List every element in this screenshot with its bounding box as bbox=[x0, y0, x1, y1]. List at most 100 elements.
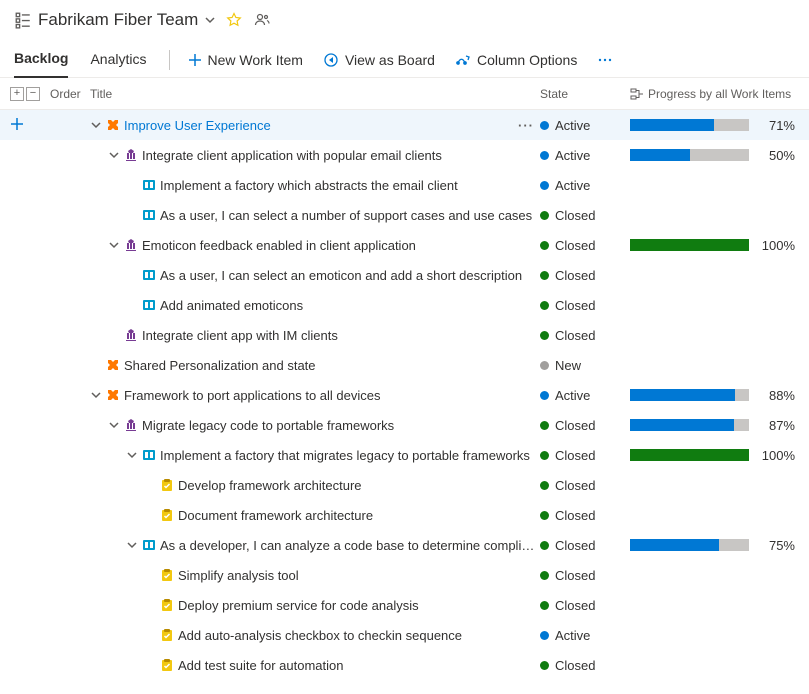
progress-bar bbox=[630, 539, 749, 551]
expand-caret[interactable] bbox=[108, 150, 120, 160]
epic-icon bbox=[106, 388, 120, 402]
expand-caret[interactable] bbox=[108, 240, 120, 250]
work-item-row[interactable]: As a user, I can select a number of supp… bbox=[0, 200, 809, 230]
feature-icon bbox=[124, 328, 138, 342]
feature-icon bbox=[124, 148, 138, 162]
work-item-row[interactable]: Integrate client app with IM clientsClos… bbox=[0, 320, 809, 350]
team-members-icon[interactable] bbox=[254, 12, 270, 28]
state-dot-icon bbox=[540, 661, 549, 670]
state-dot-icon bbox=[540, 481, 549, 490]
expand-caret[interactable] bbox=[90, 390, 102, 400]
state-cell: Closed bbox=[540, 538, 630, 553]
work-item-row[interactable]: Improve User Experience ··· Active 71% bbox=[0, 110, 809, 140]
collapse-all-button[interactable]: − bbox=[26, 87, 40, 101]
state-label: Active bbox=[555, 118, 590, 133]
state-label: New bbox=[555, 358, 581, 373]
state-cell: Closed bbox=[540, 238, 630, 253]
work-item-row[interactable]: Add auto-analysis checkbox to checkin se… bbox=[0, 620, 809, 650]
state-label: Closed bbox=[555, 598, 595, 613]
state-dot-icon bbox=[540, 151, 549, 160]
state-cell: Active bbox=[540, 178, 630, 193]
work-item-row[interactable]: As a user, I can select an emoticon and … bbox=[0, 260, 809, 290]
work-item-row[interactable]: Simplify analysis toolClosed bbox=[0, 560, 809, 590]
tab-backlog[interactable]: Backlog bbox=[14, 42, 68, 78]
work-item-title: Implement a factory that migrates legacy… bbox=[160, 448, 530, 463]
expand-caret[interactable] bbox=[126, 540, 138, 550]
state-cell: Active bbox=[540, 148, 630, 163]
state-label: Closed bbox=[555, 508, 595, 523]
state-label: Closed bbox=[555, 658, 595, 673]
column-progress[interactable]: Progress by all Work Items bbox=[630, 87, 795, 101]
add-child-icon[interactable] bbox=[10, 117, 24, 134]
page-header: Fabrikam Fiber Team bbox=[0, 0, 809, 34]
state-cell: Closed bbox=[540, 478, 630, 493]
work-item-row[interactable]: Document framework architecture Closed bbox=[0, 500, 809, 530]
progress-bar bbox=[630, 239, 749, 251]
progress-cell: 87% bbox=[630, 418, 795, 433]
state-dot-icon bbox=[540, 301, 549, 310]
state-dot-icon bbox=[540, 211, 549, 220]
progress-percent: 100% bbox=[757, 448, 795, 463]
expand-caret[interactable] bbox=[90, 120, 102, 130]
epic-icon bbox=[106, 118, 120, 132]
view-as-board-button[interactable]: View as Board bbox=[313, 46, 445, 74]
column-order[interactable]: Order bbox=[50, 87, 90, 101]
team-name[interactable]: Fabrikam Fiber Team bbox=[38, 10, 198, 30]
column-state[interactable]: State bbox=[540, 87, 630, 101]
state-dot-icon bbox=[540, 181, 549, 190]
progress-percent: 71% bbox=[757, 118, 795, 133]
progress-percent: 50% bbox=[757, 148, 795, 163]
column-options-button[interactable]: Column Options bbox=[445, 46, 587, 74]
state-dot-icon bbox=[540, 451, 549, 460]
work-item-row[interactable]: Framework to port applications to all de… bbox=[0, 380, 809, 410]
state-cell: Active bbox=[540, 628, 630, 643]
state-dot-icon bbox=[540, 511, 549, 520]
work-item-title: Implement a factory which abstracts the … bbox=[160, 178, 458, 193]
more-actions-button[interactable] bbox=[587, 46, 623, 74]
work-item-row[interactable]: Implement a factory which abstracts the … bbox=[0, 170, 809, 200]
work-item-row[interactable]: Add test suite for automationClosed bbox=[0, 650, 809, 680]
work-item-row[interactable]: As a developer, I can analyze a code bas… bbox=[0, 530, 809, 560]
work-item-row[interactable]: Integrate client application with popula… bbox=[0, 140, 809, 170]
state-label: Closed bbox=[555, 568, 595, 583]
task-icon bbox=[160, 658, 174, 672]
progress-bar bbox=[630, 449, 749, 461]
progress-percent: 88% bbox=[757, 388, 795, 403]
favorite-star-icon[interactable] bbox=[226, 12, 242, 28]
expand-collapse-controls: + − bbox=[10, 87, 50, 101]
work-item-row[interactable]: Migrate legacy code to portable framewor… bbox=[0, 410, 809, 440]
work-item-row[interactable]: Deploy premium service for code analysis… bbox=[0, 590, 809, 620]
columns-header: + − Order Title State Progress by all Wo… bbox=[0, 78, 809, 110]
state-dot-icon bbox=[540, 271, 549, 280]
work-item-title[interactable]: Improve User Experience bbox=[124, 118, 271, 133]
pbi-icon bbox=[142, 208, 156, 222]
work-item-row[interactable]: Add animated emoticonsClosed bbox=[0, 290, 809, 320]
work-item-row[interactable]: Develop framework architecture Closed bbox=[0, 470, 809, 500]
column-options-label: Column Options bbox=[477, 52, 577, 68]
expand-all-button[interactable]: + bbox=[10, 87, 24, 101]
state-label: Closed bbox=[555, 328, 595, 343]
work-item-row[interactable]: Shared Personalization and state New bbox=[0, 350, 809, 380]
work-item-title: Migrate legacy code to portable framewor… bbox=[142, 418, 394, 433]
progress-percent: 100% bbox=[757, 238, 795, 253]
state-cell: Closed bbox=[540, 598, 630, 613]
progress-bar bbox=[630, 419, 749, 431]
expand-caret[interactable] bbox=[126, 450, 138, 460]
chevron-down-icon[interactable] bbox=[204, 14, 216, 26]
state-dot-icon bbox=[540, 601, 549, 610]
progress-bar bbox=[630, 119, 749, 131]
work-item-row[interactable]: Implement a factory that migrates legacy… bbox=[0, 440, 809, 470]
row-more-actions[interactable]: ··· bbox=[518, 118, 534, 133]
new-work-item-button[interactable]: New Work Item bbox=[178, 46, 313, 74]
state-label: Active bbox=[555, 628, 590, 643]
column-title[interactable]: Title bbox=[90, 87, 540, 101]
work-item-row[interactable]: Emoticon feedback enabled in client appl… bbox=[0, 230, 809, 260]
state-cell: Closed bbox=[540, 658, 630, 673]
progress-bar bbox=[630, 389, 749, 401]
expand-caret[interactable] bbox=[108, 420, 120, 430]
work-item-title: Document framework architecture bbox=[178, 508, 373, 523]
tab-analytics[interactable]: Analytics bbox=[90, 43, 146, 77]
state-cell: Closed bbox=[540, 418, 630, 433]
work-item-title: Shared Personalization and state bbox=[124, 358, 316, 373]
work-item-title: Develop framework architecture bbox=[178, 478, 362, 493]
